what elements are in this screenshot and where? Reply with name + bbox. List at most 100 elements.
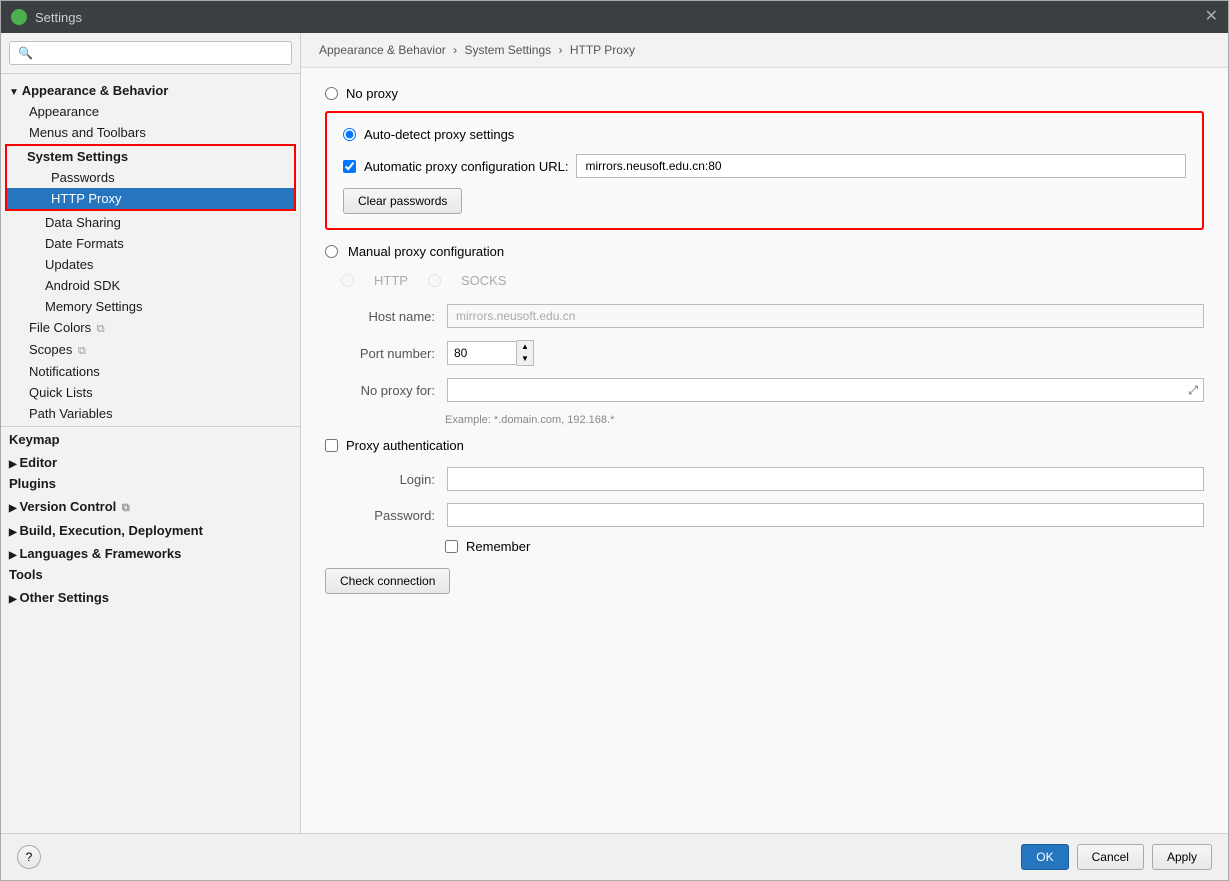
auto-url-checkbox[interactable] <box>343 160 356 173</box>
auto-url-input[interactable] <box>576 154 1186 178</box>
sidebar-item-build-exec[interactable]: Build, Execution, Deployment <box>1 520 300 541</box>
close-button[interactable]: ✕ <box>1205 9 1218 25</box>
remember-checkbox[interactable] <box>445 540 458 553</box>
breadcrumb: Appearance & Behavior › System Settings … <box>301 33 1228 68</box>
host-label: Host name: <box>325 309 435 324</box>
sidebar-item-notifications[interactable]: Notifications <box>1 361 300 382</box>
example-text: Example: *.domain.com, 192.168.* <box>445 414 1204 426</box>
remember-row: Remember <box>445 539 1204 554</box>
sidebar-item-version-control[interactable]: Version Control ⧉ <box>1 496 300 518</box>
http-label: HTTP <box>374 273 408 288</box>
port-down-button[interactable]: ▼ <box>517 353 533 365</box>
login-label: Login: <box>325 472 435 487</box>
no-proxy-row: No proxy <box>325 86 1204 101</box>
check-connection-button[interactable]: Check connection <box>325 568 450 594</box>
breadcrumb-part2: System Settings <box>464 43 551 57</box>
sidebar-item-scopes[interactable]: Scopes ⧉ <box>1 339 300 361</box>
port-label: Port number: <box>325 346 435 361</box>
password-row: Password: <box>325 503 1204 527</box>
no-proxy-for-row: No proxy for: ⤢ <box>325 378 1204 402</box>
sidebar-item-languages[interactable]: Languages & Frameworks <box>1 543 300 564</box>
settings-dialog: Settings ✕ Appearance & Behavior Appeara… <box>0 0 1229 881</box>
host-input[interactable] <box>447 304 1204 328</box>
panel-content: No proxy Auto-detect proxy settings Auto… <box>301 68 1228 833</box>
apply-button[interactable]: Apply <box>1152 844 1212 870</box>
main-panel: Appearance & Behavior › System Settings … <box>301 33 1228 833</box>
no-proxy-label[interactable]: No proxy <box>346 86 398 101</box>
sidebar-item-plugins[interactable]: Plugins <box>1 473 300 494</box>
port-input[interactable] <box>447 341 517 365</box>
proxy-auth-row: Proxy authentication <box>325 438 1204 453</box>
proxy-auth-label[interactable]: Proxy authentication <box>346 438 464 453</box>
breadcrumb-part3: HTTP Proxy <box>570 43 635 57</box>
auto-detect-label[interactable]: Auto-detect proxy settings <box>364 127 514 142</box>
auto-url-label[interactable]: Automatic proxy configuration URL: <box>364 159 568 174</box>
password-label: Password: <box>325 508 435 523</box>
sidebar: Appearance & Behavior Appearance Menus a… <box>1 33 301 833</box>
divider-1 <box>1 426 300 427</box>
sidebar-item-keymap[interactable]: Keymap <box>1 429 300 450</box>
socks-label: SOCKS <box>461 273 507 288</box>
sidebar-item-passwords[interactable]: Passwords <box>7 167 294 188</box>
no-proxy-for-label: No proxy for: <box>325 383 435 398</box>
sidebar-item-appearance-behavior[interactable]: Appearance & Behavior <box>1 80 300 101</box>
clear-passwords-button[interactable]: Clear passwords <box>343 188 462 214</box>
footer: ? OK Cancel Apply <box>1 833 1228 880</box>
ok-button[interactable]: OK <box>1021 844 1068 870</box>
manual-radio-row: Manual proxy configuration <box>325 244 1204 259</box>
breadcrumb-sep1: › <box>453 43 457 57</box>
sidebar-item-other-settings[interactable]: Other Settings <box>1 587 300 608</box>
manual-proxy-label[interactable]: Manual proxy configuration <box>348 244 504 259</box>
host-row: Host name: <box>325 304 1204 328</box>
manual-proxy-radio[interactable] <box>325 245 338 258</box>
http-radio[interactable] <box>341 274 354 287</box>
no-proxy-for-input-wrap: ⤢ <box>447 378 1204 402</box>
breadcrumb-part1: Appearance & Behavior <box>319 43 446 57</box>
no-proxy-for-input[interactable] <box>448 379 1183 401</box>
port-spinner: ▲ ▼ <box>517 340 534 366</box>
sidebar-item-data-sharing[interactable]: Data Sharing <box>1 212 300 233</box>
port-row: Port number: ▲ ▼ <box>325 340 1204 366</box>
port-input-wrap: ▲ ▼ <box>447 340 534 366</box>
sidebar-item-editor[interactable]: Editor <box>1 452 300 473</box>
app-icon <box>11 9 27 25</box>
search-bar <box>1 33 300 74</box>
sidebar-item-appearance[interactable]: Appearance <box>1 101 300 122</box>
sidebar-item-updates[interactable]: Updates <box>1 254 300 275</box>
sidebar-item-path-variables[interactable]: Path Variables <box>1 403 300 424</box>
expand-icon[interactable]: ⤢ <box>1183 381 1203 400</box>
help-section: ? <box>17 845 41 869</box>
password-input[interactable] <box>447 503 1204 527</box>
sidebar-item-memory-settings[interactable]: Memory Settings <box>1 296 300 317</box>
auto-detect-box: Auto-detect proxy settings Automatic pro… <box>325 111 1204 230</box>
socks-radio[interactable] <box>428 274 441 287</box>
http-socks-row: HTTP SOCKS <box>341 273 1204 288</box>
dialog-title: Settings <box>35 10 1197 25</box>
port-up-button[interactable]: ▲ <box>517 341 533 353</box>
remember-label[interactable]: Remember <box>466 539 530 554</box>
sidebar-item-menus-toolbars[interactable]: Menus and Toolbars <box>1 122 300 143</box>
proxy-auth-checkbox[interactable] <box>325 439 338 452</box>
sidebar-item-file-colors[interactable]: File Colors ⧉ <box>1 317 300 339</box>
help-button[interactable]: ? <box>17 845 41 869</box>
copy-icon-2: ⧉ <box>78 345 86 357</box>
check-connection-row: Check connection <box>325 568 1204 594</box>
sidebar-item-http-proxy[interactable]: HTTP Proxy <box>7 188 294 209</box>
auto-detect-header: Auto-detect proxy settings <box>343 127 1186 142</box>
sidebar-tree: Appearance & Behavior Appearance Menus a… <box>1 74 300 612</box>
sidebar-item-tools[interactable]: Tools <box>1 564 300 585</box>
sidebar-item-quick-lists[interactable]: Quick Lists <box>1 382 300 403</box>
auto-detect-radio[interactable] <box>343 128 356 141</box>
titlebar: Settings ✕ <box>1 1 1228 33</box>
login-row: Login: <box>325 467 1204 491</box>
sidebar-item-date-formats[interactable]: Date Formats <box>1 233 300 254</box>
no-proxy-radio[interactable] <box>325 87 338 100</box>
breadcrumb-sep2: › <box>558 43 562 57</box>
cancel-button[interactable]: Cancel <box>1077 844 1144 870</box>
manual-section: Manual proxy configuration HTTP SOCKS Ho… <box>325 244 1204 594</box>
login-input[interactable] <box>447 467 1204 491</box>
sidebar-item-system-settings[interactable]: System Settings <box>7 146 294 167</box>
auto-url-row: Automatic proxy configuration URL: <box>343 154 1186 178</box>
sidebar-item-android-sdk[interactable]: Android SDK <box>1 275 300 296</box>
search-input[interactable] <box>9 41 292 65</box>
